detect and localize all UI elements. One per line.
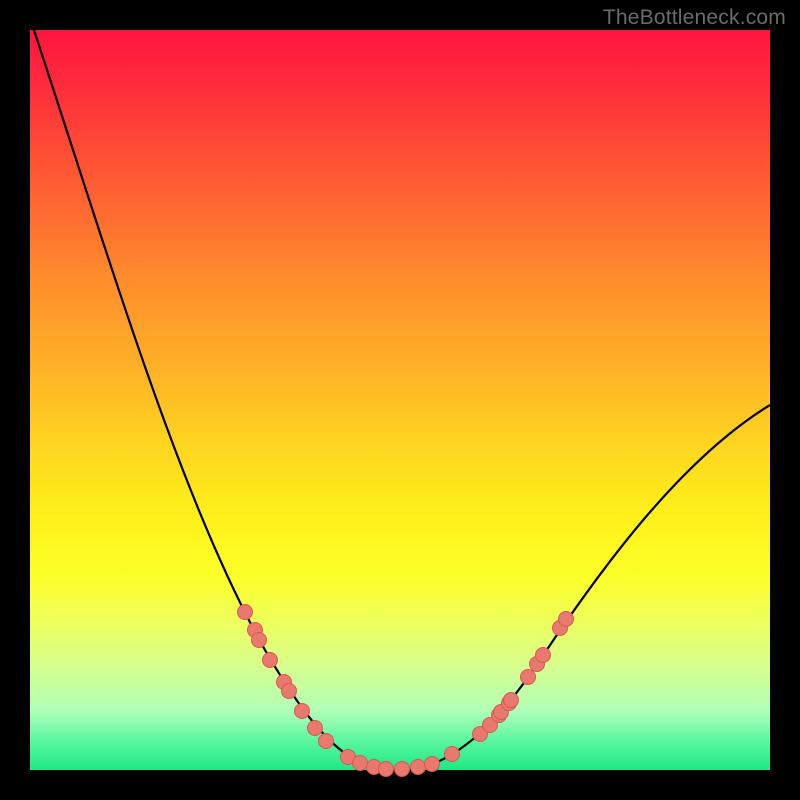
watermark-text: TheBottleneck.com	[603, 6, 786, 30]
data-point	[319, 734, 334, 749]
data-point	[252, 633, 267, 648]
data-point	[395, 762, 410, 777]
data-point	[282, 684, 297, 699]
data-point	[263, 653, 278, 668]
data-point	[504, 693, 519, 708]
data-point	[379, 762, 394, 777]
dots-right	[445, 612, 574, 762]
dots-trough	[353, 756, 440, 777]
data-point	[536, 648, 551, 663]
dots-left	[238, 605, 356, 765]
data-point	[445, 747, 460, 762]
chart-frame	[30, 30, 770, 770]
data-point	[425, 757, 440, 772]
data-point	[411, 760, 426, 775]
data-point	[295, 704, 310, 719]
data-point	[238, 605, 253, 620]
data-point	[353, 756, 368, 771]
bottleneck-curve	[30, 18, 770, 770]
data-point	[308, 721, 323, 736]
data-point	[559, 612, 574, 627]
data-point	[521, 670, 536, 685]
chart-svg	[30, 30, 770, 770]
